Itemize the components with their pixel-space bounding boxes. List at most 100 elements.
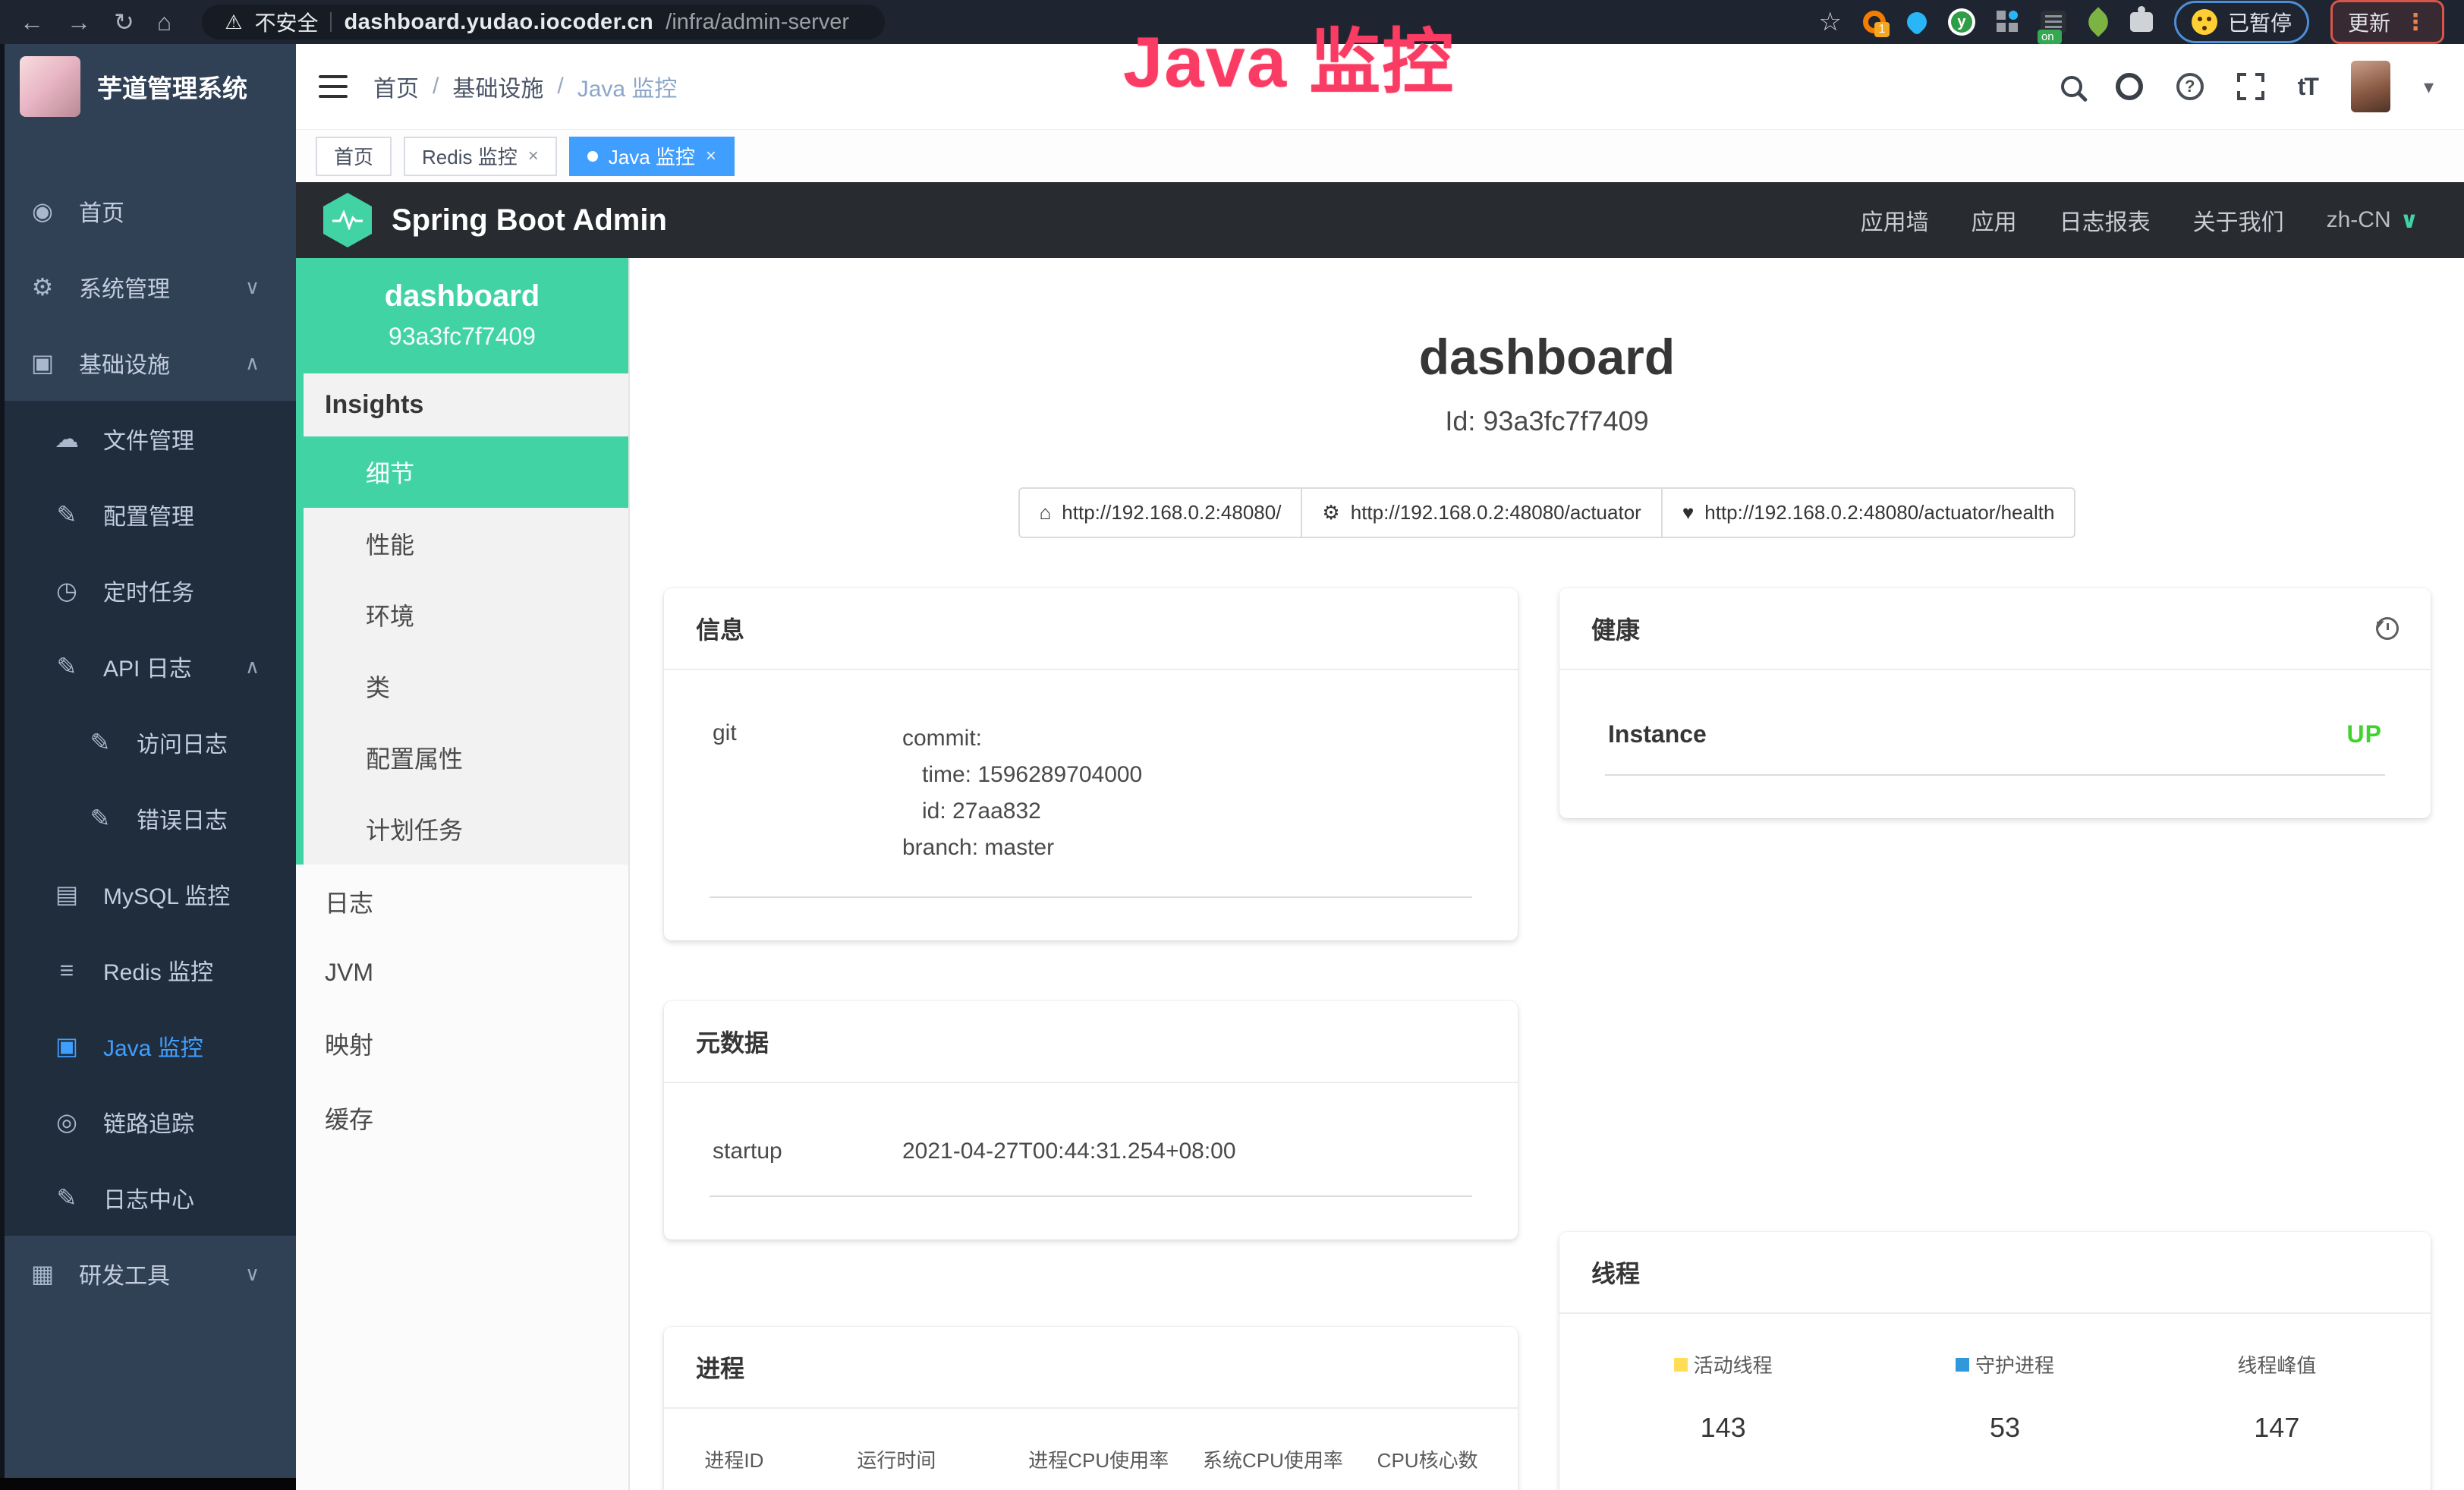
browser-menu-kebab-icon[interactable]: ⋮ (2404, 9, 2427, 36)
page-tab-bar: 首页 Redis 监控 × Java 监控 × (296, 129, 2464, 182)
breadcrumb-separator: / (433, 74, 439, 99)
sidebar-item-infrastructure[interactable]: ▣ 基础设施 ∧ (0, 325, 296, 401)
extension-youdao-icon[interactable]: y (1948, 8, 1975, 36)
sidebar-item-dev-tools[interactable]: ▦ 研发工具 ∨ (0, 1236, 296, 1312)
chevron-down-icon: ∨ (245, 1262, 260, 1286)
chevron-down-icon: ∨ (2400, 207, 2418, 234)
health-card-body: Instance UP (1559, 670, 2431, 818)
sba-nav-journal[interactable]: 日志报表 (2060, 203, 2151, 237)
sidebar-item-redis-monitor[interactable]: ≡ Redis 监控 (0, 932, 296, 1008)
sidebar-item-home[interactable]: ◉ 首页 (0, 173, 296, 249)
extension-leaf-icon[interactable] (2083, 7, 2113, 37)
threads-card-header: 线程 (1559, 1232, 2431, 1314)
github-icon[interactable] (2116, 73, 2143, 100)
sba-brand-title[interactable]: Spring Boot Admin (392, 203, 667, 238)
sba-content: dashboard Id: 93a3fc7f7409 ⌂ http://192.… (630, 258, 2464, 1490)
health-url-chip[interactable]: ♥ http://192.168.0.2:48080/actuator/heal… (1661, 487, 2076, 538)
actuator-url-chip[interactable]: ⚙ http://192.168.0.2:48080/actuator (1301, 487, 1662, 538)
sidebar-item-scheduled-jobs[interactable]: ◷ 定时任务 (0, 553, 296, 628)
stat-live-threads: 活动线程 143 (1674, 1350, 1773, 1444)
health-card: 健康 Instance UP (1559, 588, 2431, 818)
sba-item-logging[interactable]: 日志 (296, 865, 628, 939)
browser-extensions-area: ☆ 1 y on 已暂停 更新 ⋮ (1818, 0, 2444, 44)
app-logo-row[interactable]: 芋道管理系统 (0, 44, 296, 129)
cloud-upload-icon: ☁ (50, 424, 83, 453)
extension-onetab-icon[interactable]: on (2041, 11, 2066, 33)
log-edit-icon: ✎ (83, 728, 117, 757)
log-edit-icon: ✎ (50, 652, 83, 681)
fullscreen-icon[interactable] (2237, 73, 2264, 100)
sidebar-item-system[interactable]: ⚙ 系统管理 ∨ (0, 249, 296, 325)
bookmark-star-icon[interactable]: ☆ (1818, 7, 1841, 37)
sidebar-item-access-logs[interactable]: ✎ 访问日志 (0, 704, 296, 780)
font-size-icon[interactable]: tT (2298, 73, 2318, 101)
tab-redis-monitor[interactable]: Redis 监控 × (404, 137, 557, 176)
sba-item-classes[interactable]: 类 (304, 650, 628, 722)
instance-health-row: Instance UP (1605, 708, 2385, 776)
sba-item-caches[interactable]: 缓存 (296, 1081, 628, 1155)
sba-nav-wallboard[interactable]: 应用墙 (1861, 203, 1929, 237)
extensions-puzzle-icon[interactable] (2130, 12, 2153, 32)
sba-item-environment[interactable]: 环境 (304, 579, 628, 650)
tab-java-monitor[interactable]: Java 监控 × (569, 137, 735, 176)
info-card-body: git commit: time: 1596289704000 id: 27aa… (664, 670, 1518, 940)
sba-item-details[interactable]: 细节 (296, 436, 628, 508)
browser-home-icon[interactable]: ⌂ (157, 10, 172, 34)
instance-health-key: Instance (1608, 720, 1707, 748)
sba-item-mappings[interactable]: 映射 (296, 1006, 628, 1081)
sba-section-insights[interactable]: Insights (304, 373, 628, 436)
extension-pin-icon[interactable] (1903, 8, 1931, 36)
app-title: 芋道管理系统 (97, 68, 247, 105)
java-monitor-icon: ▣ (50, 1032, 83, 1060)
breadcrumb-infrastructure[interactable]: 基础设施 (452, 70, 543, 103)
sba-navbar: Spring Boot Admin 应用墙 应用 日志报表 关于我们 zh-CN… (296, 182, 2464, 258)
database-icon: ▤ (50, 880, 83, 909)
extension-orange-icon[interactable]: 1 (1863, 11, 1886, 33)
sba-nav-applications[interactable]: 应用 (1972, 203, 2017, 237)
profile-paused-chip[interactable]: 已暂停 (2174, 1, 2309, 43)
sidebar-item-java-monitor[interactable]: ▣ Java 监控 (0, 1008, 296, 1084)
search-icon[interactable] (2061, 76, 2082, 97)
service-url-chip[interactable]: ⌂ http://192.168.0.2:48080/ (1018, 487, 1303, 538)
browser-reload-icon[interactable]: ↻ (114, 10, 134, 34)
history-icon[interactable] (2376, 617, 2399, 640)
stat-cpu-cores: CPU核心数 2 (1377, 1445, 1478, 1490)
close-tab-icon[interactable]: × (706, 146, 716, 167)
browser-back-icon[interactable]: ← (20, 10, 44, 34)
extension-on-badge: on (2038, 30, 2062, 44)
gear-icon: ⚙ (26, 272, 59, 301)
header-actions: ? tT ▾ (2061, 61, 2434, 112)
chrome-update-button[interactable]: 更新 ⋮ (2330, 0, 2444, 44)
sba-instance-block[interactable]: dashboard 93a3fc7f7409 (296, 258, 628, 373)
hamburger-icon[interactable] (319, 75, 348, 98)
startup-value: 2021-04-27T00:44:31.254+08:00 (902, 1133, 1236, 1170)
tab-home[interactable]: 首页 (316, 137, 392, 176)
sba-locale-select[interactable]: zh-CN ∨ (2327, 207, 2418, 234)
user-avatar[interactable] (2351, 61, 2390, 112)
address-bar[interactable]: ⚠ 不安全 dashboard.yudao.iocoder.cn /infra/… (202, 5, 885, 39)
sidebar-item-mysql-monitor[interactable]: ▤ MySQL 监控 (0, 856, 296, 932)
thread-stats: 活动线程 143 守护进程 53 线程峰值 (1582, 1337, 2408, 1466)
user-menu-caret-icon[interactable]: ▾ (2424, 75, 2434, 99)
sidebar-item-config-manage[interactable]: ✎ 配置管理 (0, 477, 296, 553)
threads-card: 线程 活动线程 143 (1559, 1232, 2431, 1490)
sba-item-metrics[interactable]: 性能 (304, 508, 628, 579)
extension-grid-icon[interactable] (1997, 11, 2019, 33)
close-tab-icon[interactable]: × (528, 146, 539, 167)
spring-boot-admin-logo-icon[interactable] (323, 193, 372, 247)
sba-item-jvm[interactable]: JVM (296, 939, 628, 1006)
stat-system-cpu: 系统CPU使用率 0.07 (1203, 1445, 1343, 1490)
sidebar-item-trace[interactable]: ◎ 链路追踪 (0, 1084, 296, 1160)
sidebar-item-api-logs[interactable]: ✎ API 日志 ∧ (0, 628, 296, 704)
sidebar-submenu-infrastructure: ☁ 文件管理 ✎ 配置管理 ◷ 定时任务 ✎ API 日志 ∧ ✎ (0, 401, 296, 1236)
browser-forward-icon[interactable]: → (67, 10, 91, 34)
sidebar-item-error-logs[interactable]: ✎ 错误日志 (0, 780, 296, 856)
sidebar-item-file-manage[interactable]: ☁ 文件管理 (0, 401, 296, 477)
breadcrumb-home[interactable]: 首页 (373, 70, 419, 103)
sba-item-config-props[interactable]: 配置属性 (304, 722, 628, 793)
help-icon[interactable]: ? (2176, 73, 2204, 100)
url-path: /infra/admin-server (666, 10, 849, 35)
sidebar-item-log-center[interactable]: ✎ 日志中心 (0, 1160, 296, 1236)
sba-nav-about[interactable]: 关于我们 (2193, 203, 2284, 237)
sba-item-scheduled-tasks[interactable]: 计划任务 (304, 793, 628, 865)
